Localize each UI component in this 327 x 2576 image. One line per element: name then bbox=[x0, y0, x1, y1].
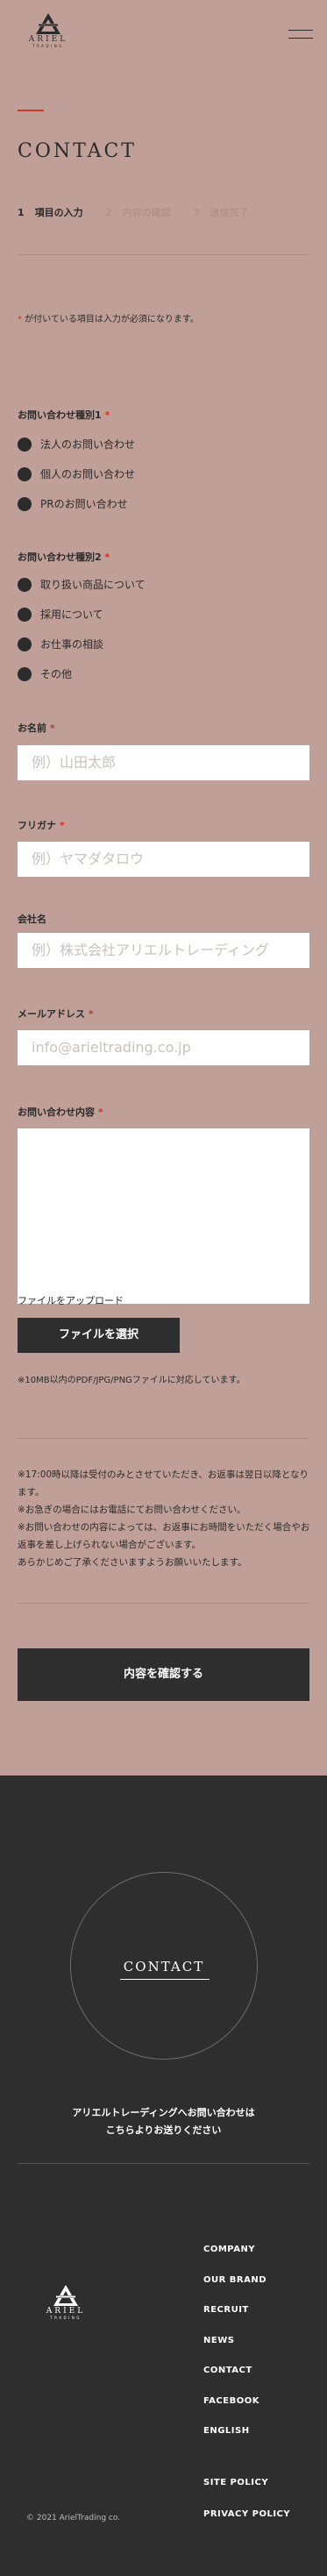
radio-icon bbox=[18, 466, 32, 481]
radio-other[interactable]: その他 bbox=[18, 666, 72, 681]
email-label: メールアドレス * bbox=[18, 1008, 94, 1020]
copyright: © 2021 ArielTrading co. bbox=[26, 2514, 121, 2523]
radio-individual[interactable]: 個人のお問い合わせ bbox=[18, 466, 135, 481]
file-select-button[interactable]: ファイルを選択 bbox=[18, 1318, 180, 1353]
furigana-input[interactable]: 例）ヤマダタロウ bbox=[18, 842, 309, 877]
radio-icon bbox=[18, 607, 32, 622]
message-label: お問い合わせ内容 * bbox=[18, 1107, 103, 1118]
required-note: * が付いている項目は入力が必須になります。 bbox=[18, 315, 199, 324]
company-label: 会社名 bbox=[18, 914, 46, 925]
footer-divider bbox=[18, 2163, 309, 2164]
footer-nav-contact[interactable]: CONTACT bbox=[203, 2366, 252, 2375]
logo-sub: TRADING bbox=[32, 44, 64, 48]
inquiry-type1-label: お問い合わせ種別1 * bbox=[18, 409, 110, 421]
radio-icon bbox=[18, 666, 32, 681]
message-textarea[interactable] bbox=[18, 1128, 309, 1304]
radio-business[interactable]: お仕事の相談 bbox=[18, 637, 103, 651]
footer-logo[interactable]: ARIEL TRADING bbox=[35, 2284, 96, 2320]
footer: CONTACT アリエルトレーディングへお問い合わせは こちらよりお送りください… bbox=[0, 1775, 327, 2576]
footer-nav-company[interactable]: COMPANY bbox=[203, 2245, 255, 2254]
radio-icon bbox=[18, 437, 32, 452]
name-label: お名前 * bbox=[18, 722, 55, 734]
step-confirm: 2 内容の確認 bbox=[105, 207, 171, 218]
file-note: ※10MB以内のPDF/JPG/PNGファイルに対応しています。 bbox=[18, 1376, 245, 1385]
site-logo[interactable]: ARIEL TRADING bbox=[18, 12, 79, 48]
footer-logo-word: ARIEL bbox=[46, 2307, 86, 2316]
page-title: CONTACT bbox=[18, 140, 137, 162]
radio-recruit[interactable]: 採用について bbox=[18, 607, 103, 622]
email-input[interactable]: info@arieltrading.co.jp bbox=[18, 1030, 309, 1065]
circle-title: CONTACT bbox=[123, 1959, 205, 1975]
title-accent-line bbox=[18, 110, 44, 111]
footer-nav-news[interactable]: NEWS bbox=[203, 2336, 234, 2345]
company-input[interactable]: 例）株式会社アリエルトレーディング bbox=[18, 933, 309, 968]
notes: ※17:00時以降は受付のみとさせていただき、お返事は翌日以降となります。 ※お… bbox=[18, 1469, 310, 1568]
radio-icon bbox=[18, 637, 32, 651]
divider bbox=[18, 254, 309, 255]
footer-nav-english[interactable]: ENGLISH bbox=[203, 2426, 250, 2436]
step-complete: 3 送信完了 bbox=[193, 207, 249, 218]
contact-circle-link[interactable]: CONTACT bbox=[70, 1872, 258, 2060]
divider bbox=[18, 1438, 309, 1439]
circle-underline bbox=[120, 1979, 210, 1980]
contact-section: ARIEL TRADING CONTACT 1 項目の入力 2 内容の確認 3 送信完… bbox=[0, 0, 327, 1775]
radio-icon bbox=[18, 577, 32, 592]
footer-nav-our-brand[interactable]: OUR BRAND bbox=[203, 2275, 267, 2285]
footer-nav-facebook[interactable]: FACEBOOK bbox=[203, 2396, 259, 2406]
footer-logo-sub: TRADING bbox=[50, 2316, 82, 2320]
footer-cta-text: アリエルトレーディングへお問い合わせは こちらよりお送りください bbox=[72, 2107, 255, 2136]
form-steps: 1 項目の入力 2 内容の確認 3 送信完了 bbox=[18, 205, 272, 219]
footer-nav-site-policy[interactable]: SITE POLICY bbox=[203, 2478, 268, 2487]
divider bbox=[18, 1603, 309, 1604]
header: ARIEL TRADING bbox=[0, 0, 327, 70]
footer-nav-recruit[interactable]: RECRUIT bbox=[203, 2305, 249, 2315]
radio-corporate[interactable]: 法人のお問い合わせ bbox=[18, 437, 135, 452]
file-upload-label: ファイルをアップロード bbox=[18, 1295, 124, 1306]
step-input: 1 項目の入力 bbox=[18, 207, 83, 218]
confirm-button[interactable]: 内容を確認する bbox=[18, 1648, 309, 1701]
radio-pr[interactable]: PRのお問い合わせ bbox=[18, 496, 128, 511]
furigana-label: フリガナ * bbox=[18, 820, 65, 831]
footer-logo-mark-icon bbox=[51, 2284, 81, 2307]
radio-icon bbox=[18, 496, 32, 511]
footer-nav-privacy-policy[interactable]: PRIVACY POLICY bbox=[203, 2509, 290, 2519]
menu-icon[interactable] bbox=[288, 30, 313, 40]
logo-word: ARIEL bbox=[28, 35, 68, 44]
name-input[interactable]: 例）山田太郎 bbox=[18, 745, 309, 780]
inquiry-type2-label: お問い合わせ種別2 * bbox=[18, 551, 110, 563]
logo-mark-icon bbox=[33, 12, 63, 35]
radio-products[interactable]: 取り扱い商品について bbox=[18, 577, 146, 592]
page: ARIEL TRADING CONTACT 1 項目の入力 2 内容の確認 3 送信完… bbox=[0, 0, 327, 2576]
